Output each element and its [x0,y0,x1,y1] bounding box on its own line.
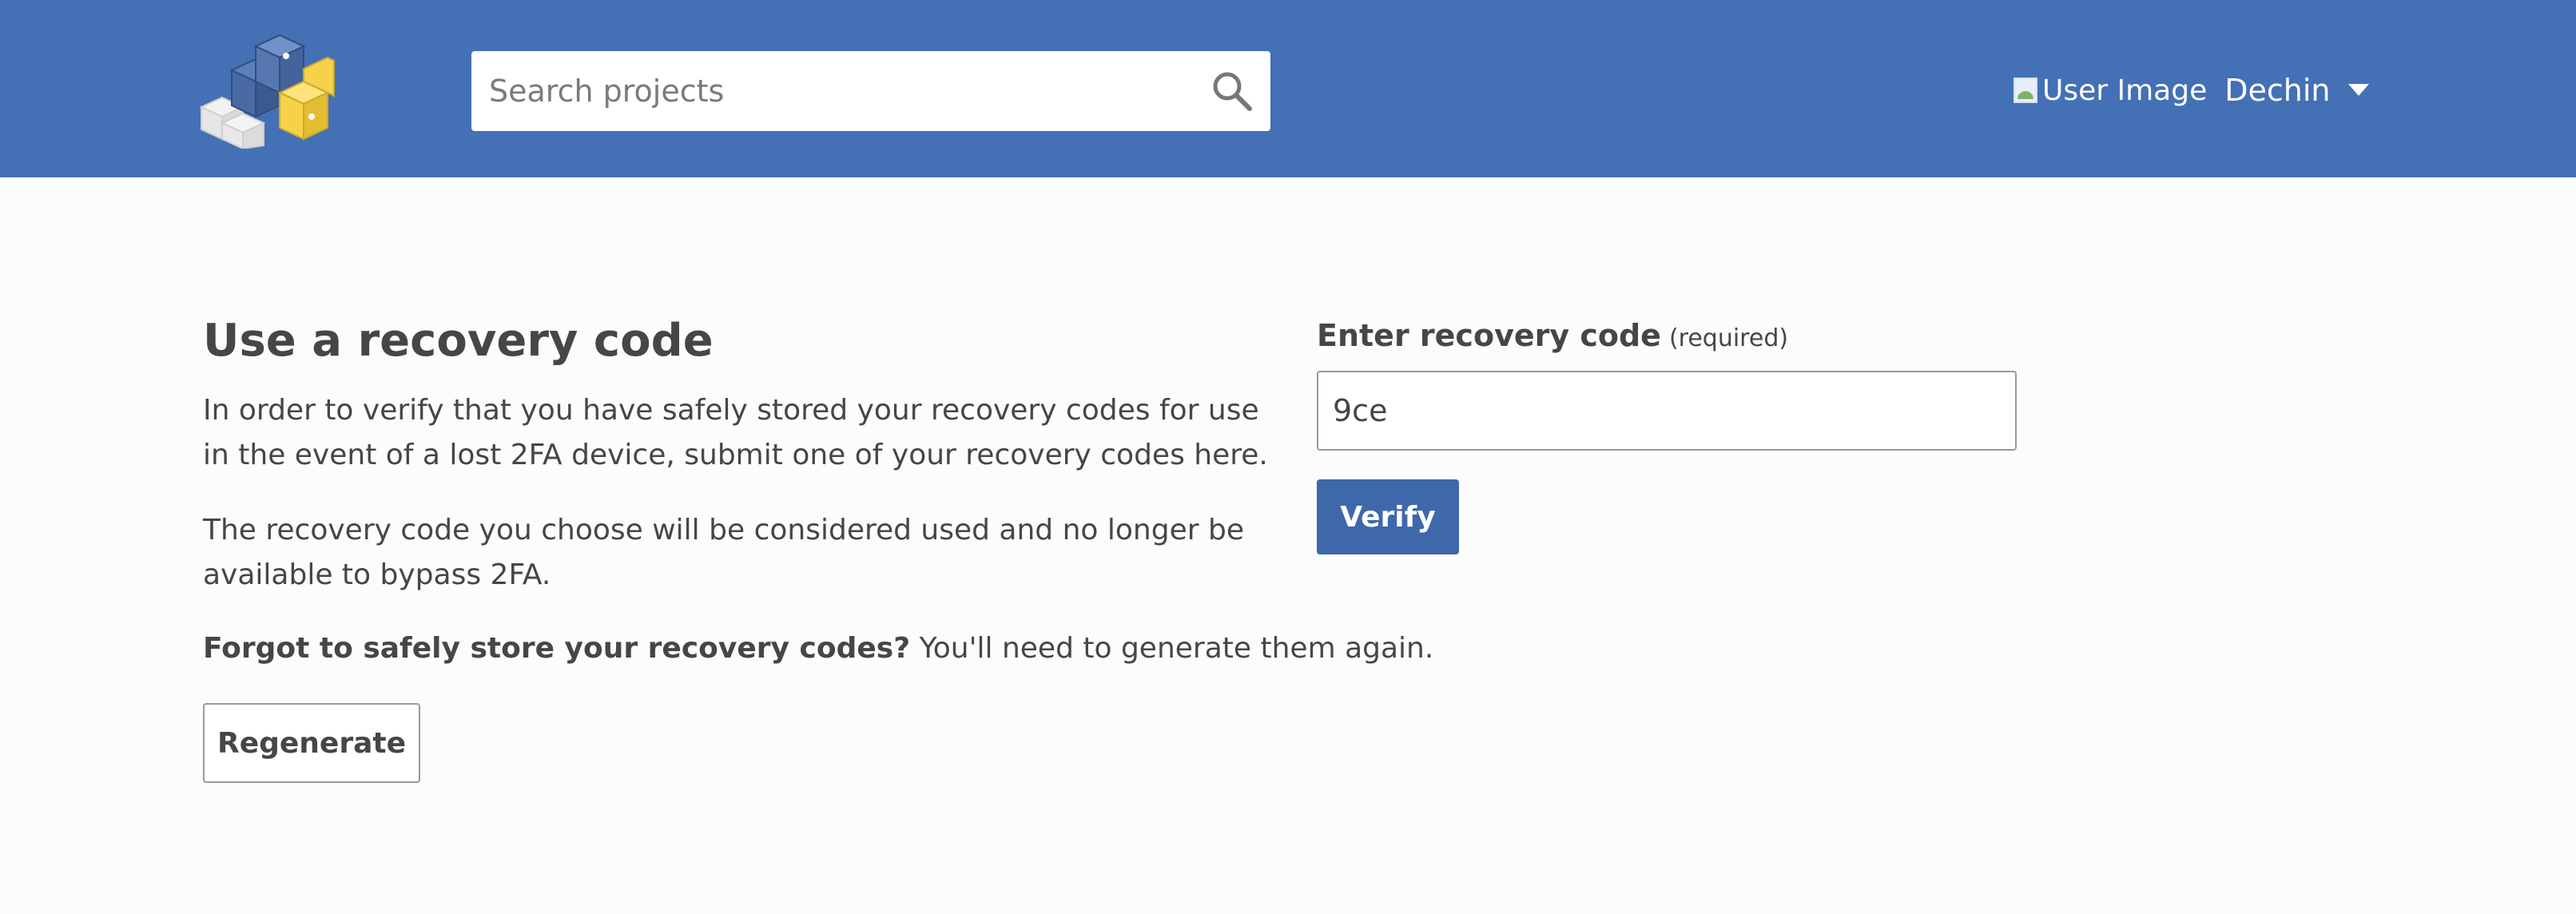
recovery-code-label: Enter recovery code (required) [1317,318,1788,353]
forgot-bold-text: Forgot to safely store your recovery cod… [203,632,911,665]
recovery-code-input[interactable] [1317,371,2017,451]
search-input[interactable] [471,51,1191,131]
search-icon[interactable] [1210,69,1254,113]
user-avatar: User Image [2013,74,2207,107]
usage-note-paragraph: The recovery code you choose will be con… [203,514,1244,591]
regenerate-button[interactable]: Regenerate [203,703,420,783]
chevron-down-icon[interactable] [2347,84,2369,97]
verify-button[interactable]: Verify [1317,479,1459,554]
forgot-rest-text: You'll need to generate them again. [910,632,1434,665]
required-indicator: (required) [1668,324,1789,352]
intro-paragraph: In order to verify that you have safely … [203,394,1268,471]
forgot-paragraph: Forgot to safely store your recovery cod… [203,626,1433,671]
pypi-logo[interactable] [199,29,336,150]
user-name[interactable]: Dechin [2224,73,2330,108]
user-menu[interactable]: User Image Dechin [2013,62,2369,118]
recovery-code-label-text: Enter recovery code [1317,318,1661,353]
search-box [471,51,1270,131]
page-title: Use a recovery code [203,315,714,367]
user-image-alt-text: User Image [2042,74,2208,107]
site-header: User Image Dechin [0,0,2576,177]
broken-image-icon [2013,77,2037,103]
